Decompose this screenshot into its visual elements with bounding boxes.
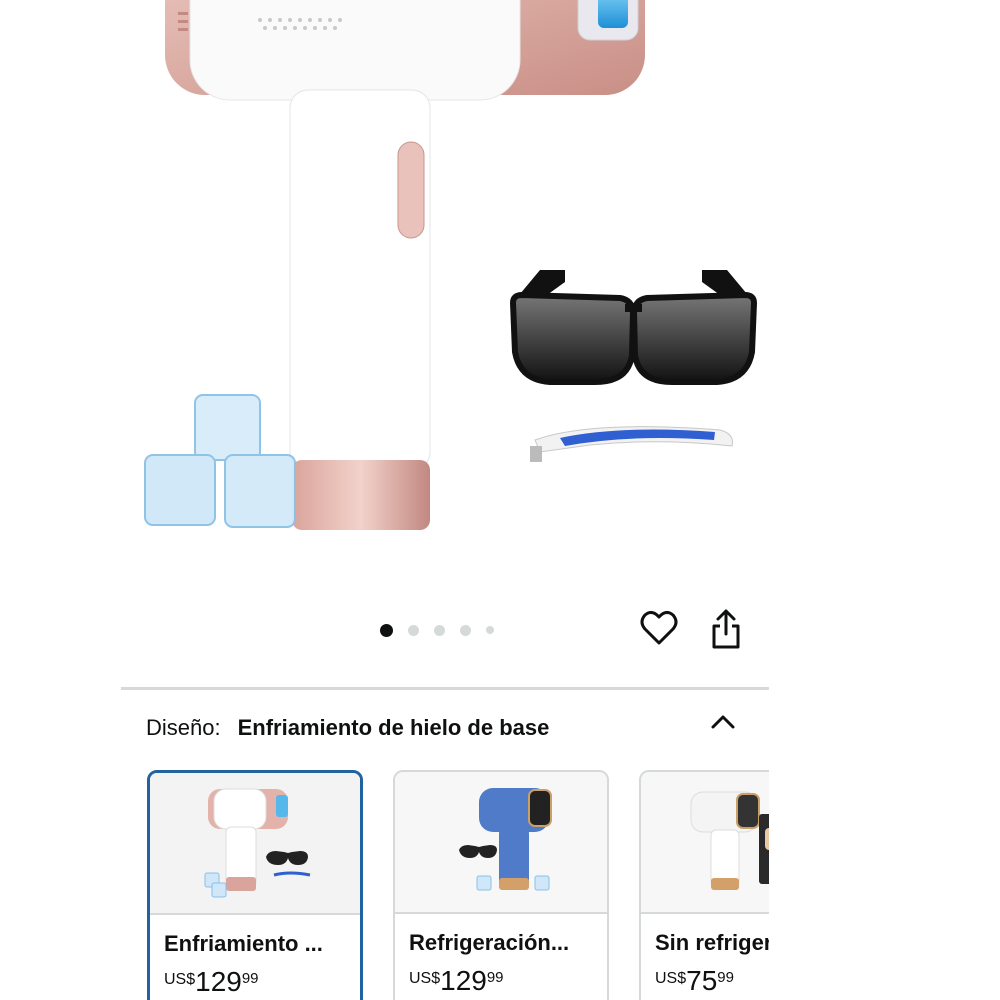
carousel-dot[interactable] — [380, 623, 393, 637]
share-icon[interactable] — [710, 608, 742, 655]
option-thumbnail — [641, 772, 769, 914]
price-fraction: 99 — [241, 970, 259, 987]
option-card-no-cooling[interactable]: Sin refrigeración US$ 75 99 — [639, 770, 769, 1000]
price-currency: US$ — [164, 971, 196, 988]
price-whole: 75 — [686, 965, 718, 996]
chevron-up-icon[interactable] — [708, 707, 738, 742]
variation-label: Diseño: — [146, 715, 221, 740]
image-carousel-indicator[interactable] — [380, 620, 509, 640]
carousel-dot[interactable] — [408, 624, 419, 636]
variation-header[interactable]: Diseño: Enfriamiento de hielo de base — [146, 710, 766, 746]
price-fraction: 99 — [486, 969, 504, 986]
variation-options: Enfriamiento ... US$ 129 99 Refrigeració… — [121, 768, 769, 1000]
price-fraction: 99 — [717, 969, 734, 986]
ipl-device-illustration — [144, 0, 758, 530]
price-currency: US$ — [655, 970, 687, 987]
sunglasses-image — [509, 270, 758, 385]
option-card-refrigeration[interactable]: Refrigeración... US$ 129 99 — [393, 770, 609, 1000]
razor-image — [530, 426, 733, 462]
carousel-dot[interactable] — [460, 624, 471, 636]
option-price: US$ 129 99 — [164, 967, 259, 997]
product-hero-image[interactable] — [120, 0, 770, 570]
price-whole: 129 — [195, 966, 242, 997]
heart-outline-icon[interactable] — [640, 610, 678, 651]
option-title: Enfriamiento ... — [164, 931, 323, 956]
price-currency: US$ — [409, 970, 441, 987]
section-divider — [121, 687, 769, 690]
option-title: Sin refrigeración — [655, 930, 769, 955]
option-price: US$ 75 99 — [655, 966, 734, 996]
carousel-dot[interactable] — [486, 626, 494, 634]
price-whole: 129 — [440, 965, 487, 996]
option-card-ice-cooling[interactable]: Enfriamiento ... US$ 129 99 — [147, 770, 363, 1000]
option-thumbnail — [150, 773, 360, 915]
carousel-dot[interactable] — [434, 624, 445, 636]
option-thumbnail — [395, 772, 607, 914]
variation-selected-value: Enfriamiento de hielo de base — [237, 715, 550, 740]
option-price: US$ 129 99 — [409, 966, 504, 996]
option-title: Refrigeración... — [409, 930, 570, 955]
